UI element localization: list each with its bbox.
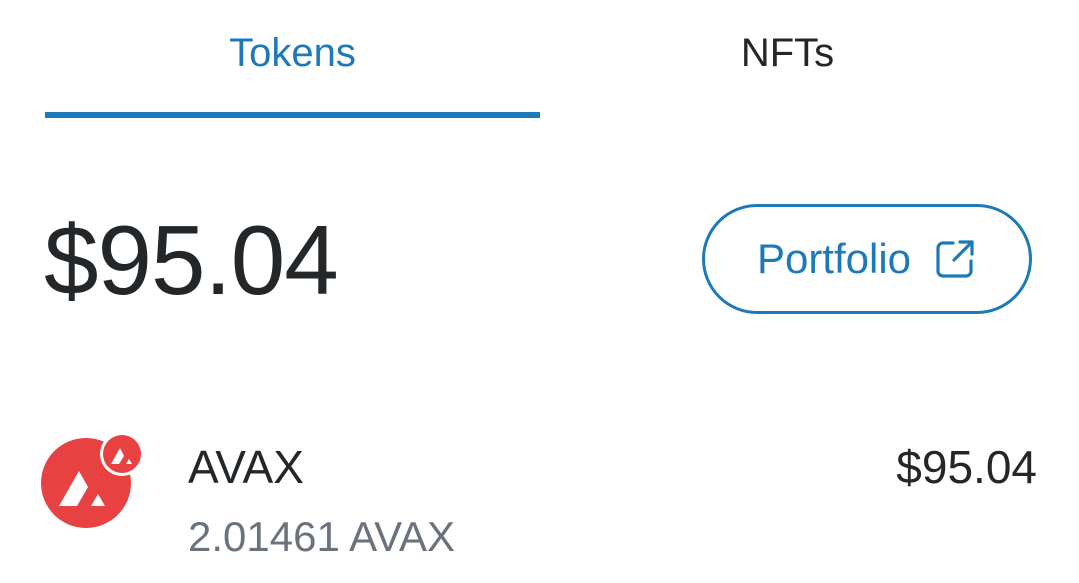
tab-tokens-label: Tokens xyxy=(229,30,356,75)
portfolio-button-label: Portfolio xyxy=(756,235,912,282)
avalanche-network-badge-icon xyxy=(100,432,144,476)
avalanche-logo-icon xyxy=(40,426,145,531)
tab-bar: Tokens NFTs xyxy=(0,0,1079,120)
tab-nfts[interactable]: NFTs xyxy=(540,0,1035,120)
token-row-avax[interactable]: AVAX 2.01461 AVAX $95.04 xyxy=(0,410,1079,583)
tab-tokens[interactable]: Tokens xyxy=(45,0,540,120)
active-tab-indicator xyxy=(45,112,540,118)
external-link-icon xyxy=(933,237,977,281)
wallet-screen: Tokens NFTs $95.04 Portfolio AVAX 2.0146… xyxy=(0,0,1079,583)
total-balance: $95.04 xyxy=(44,205,339,315)
token-name: AVAX xyxy=(188,441,304,493)
tab-nfts-label: NFTs xyxy=(740,30,835,75)
portfolio-button[interactable]: Portfolio xyxy=(702,204,1032,314)
token-fiat-value: $95.04 xyxy=(896,441,1037,493)
token-amount: 2.01461 AVAX xyxy=(188,513,455,560)
